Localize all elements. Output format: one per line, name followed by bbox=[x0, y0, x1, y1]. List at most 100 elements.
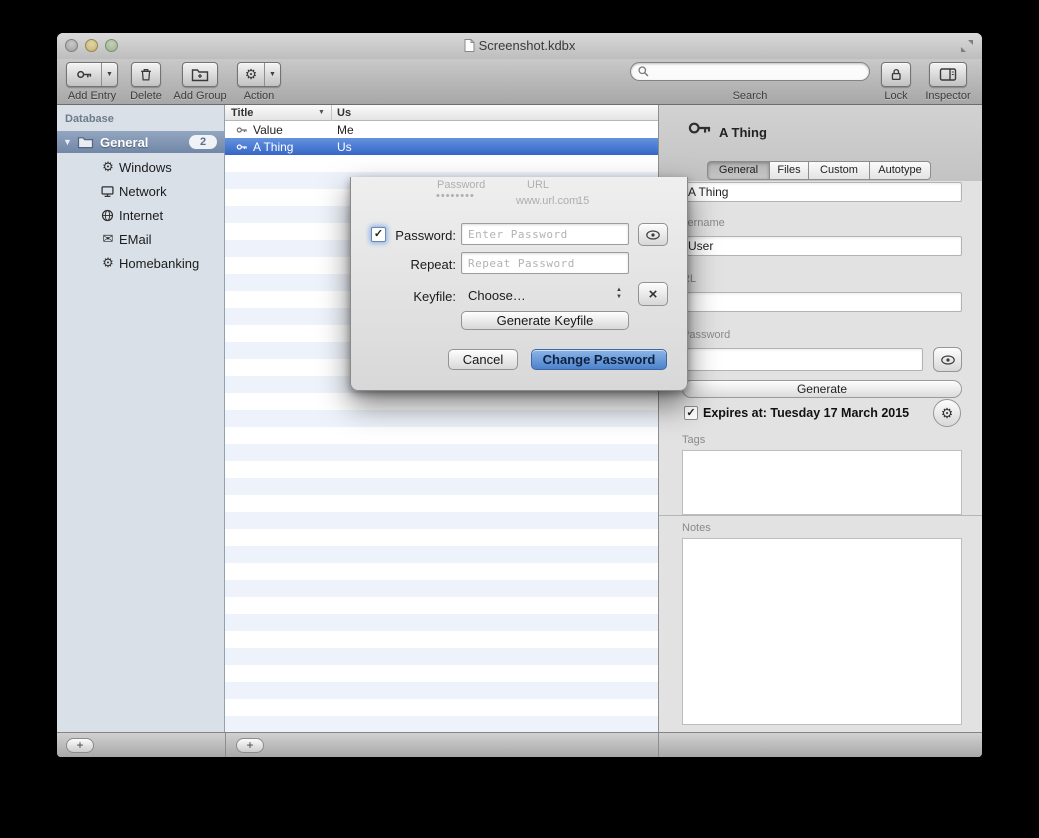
entry-username: Us bbox=[337, 140, 352, 154]
inspector-panel-icon bbox=[939, 67, 957, 82]
titlebar[interactable]: Screenshot.kdbx bbox=[57, 33, 982, 59]
search-label: Search bbox=[715, 90, 785, 102]
tab-custom[interactable]: Custom bbox=[808, 161, 870, 180]
username-label: sername bbox=[682, 217, 725, 229]
change-password-sheet: Password URL •••••••• www.url.com 15 ✓ P… bbox=[350, 177, 688, 391]
sidebar-header: Database bbox=[65, 113, 114, 125]
tab-files[interactable]: Files bbox=[769, 161, 809, 180]
tags-input[interactable] bbox=[682, 450, 962, 515]
lock-button[interactable] bbox=[881, 62, 911, 87]
expires-label: Expires at: Tuesday 17 March 2015 bbox=[703, 406, 909, 420]
table-row-selected[interactable]: A Thing Us bbox=[225, 138, 658, 155]
action-button[interactable]: ⚙ ▼ bbox=[237, 62, 281, 87]
sidebar-item-windows[interactable]: ⚙ Windows bbox=[57, 155, 225, 179]
trash-icon bbox=[138, 66, 154, 83]
notes-input[interactable] bbox=[682, 538, 962, 725]
sheet-repeat-label: Repeat: bbox=[386, 257, 456, 272]
password-field[interactable] bbox=[682, 348, 923, 371]
tags-label: Tags bbox=[682, 434, 705, 446]
inspector-label: Inspector bbox=[913, 90, 982, 102]
chevron-glyph: ▼ bbox=[269, 71, 276, 78]
column-header-title[interactable]: Title bbox=[231, 107, 253, 119]
column-divider[interactable] bbox=[331, 105, 332, 121]
new-password-input[interactable] bbox=[461, 223, 629, 245]
inspector-panel: A Thing General Files Custom Autotype se… bbox=[658, 105, 982, 732]
sort-indicator-icon: ▼ bbox=[318, 109, 325, 116]
add-entry-button[interactable]: ▼ bbox=[66, 62, 118, 87]
content-area: Database ▼ General 2 ⚙ Windows Network I… bbox=[57, 105, 982, 732]
window-title: Screenshot.kdbx bbox=[479, 38, 576, 53]
sidebar-item-email[interactable]: ✉ EMail bbox=[57, 227, 225, 251]
gear-icon: ⚙ bbox=[238, 63, 265, 86]
group-count-badge: 2 bbox=[189, 135, 217, 149]
inspector-entry-title: A Thing bbox=[719, 125, 767, 140]
app-window: Screenshot.kdbx ▼ Add Entry Delete Add G… bbox=[57, 33, 982, 757]
generate-button[interactable]: Generate bbox=[682, 380, 962, 398]
keyfile-popup[interactable]: Choose… bbox=[468, 288, 526, 303]
tab-general[interactable]: General bbox=[707, 161, 770, 180]
add-group-button[interactable] bbox=[182, 62, 218, 87]
key-icon bbox=[236, 141, 248, 153]
eye-icon bbox=[940, 354, 956, 366]
key-icon bbox=[687, 115, 713, 141]
url-field[interactable] bbox=[682, 292, 962, 312]
gear-icon: ⚙ bbox=[100, 255, 116, 271]
check-icon: ✓ bbox=[686, 407, 695, 419]
ghost-entry-url: www.url.com bbox=[516, 195, 578, 207]
cancel-button[interactable]: Cancel bbox=[448, 349, 518, 370]
generate-keyfile-button[interactable]: Generate Keyfile bbox=[461, 311, 629, 330]
change-password-button[interactable]: Change Password bbox=[531, 349, 667, 370]
inspector-button[interactable] bbox=[929, 62, 967, 87]
column-header-username[interactable]: Us bbox=[337, 107, 351, 119]
sidebar-item-homebanking[interactable]: ⚙ Homebanking bbox=[57, 251, 225, 275]
add-entry-plus-button[interactable]: + bbox=[236, 738, 264, 753]
clear-keyfile-button[interactable]: × bbox=[638, 282, 668, 306]
screenshot-root: { "window": { "title": "Screenshot.kdbx"… bbox=[0, 0, 1039, 838]
sheet-keyfile-label: Keyfile: bbox=[386, 289, 456, 304]
show-password-button[interactable] bbox=[933, 347, 962, 372]
arrow-down-glyph: ▼ bbox=[616, 294, 622, 301]
sidebar-item-label: Internet bbox=[119, 208, 163, 223]
chevron-down-icon[interactable]: ▼ bbox=[265, 63, 280, 86]
fullscreen-icon[interactable] bbox=[960, 39, 974, 53]
gear-icon: ⚙ bbox=[100, 159, 116, 175]
username-field[interactable] bbox=[682, 236, 962, 256]
action-label: Action bbox=[224, 90, 294, 102]
document-icon bbox=[464, 39, 475, 52]
set-password-checkbox[interactable]: ✓ bbox=[371, 227, 386, 242]
notes-label: Notes bbox=[682, 522, 711, 534]
ghost-entry-modified: 15 bbox=[577, 195, 589, 207]
reveal-password-button[interactable] bbox=[638, 223, 668, 246]
sidebar-item-network[interactable]: Network bbox=[57, 179, 225, 203]
close-icon: × bbox=[649, 286, 658, 303]
envelope-glyph: ✉ bbox=[103, 231, 114, 246]
chevron-glyph: ▼ bbox=[106, 71, 113, 78]
sidebar-group-general[interactable]: ▼ General 2 bbox=[57, 131, 225, 153]
entry-username: Me bbox=[337, 123, 354, 137]
title-field[interactable] bbox=[682, 182, 962, 202]
expires-settings-button[interactable]: ⚙ bbox=[933, 399, 961, 427]
table-row[interactable]: Value Me bbox=[225, 121, 658, 138]
sidebar-item-label: Network bbox=[119, 184, 167, 199]
sidebar-item-internet[interactable]: Internet bbox=[57, 203, 225, 227]
search-input[interactable] bbox=[654, 64, 863, 80]
expires-checkbox[interactable]: ✓ bbox=[684, 406, 698, 420]
delete-button[interactable] bbox=[131, 62, 161, 87]
repeat-password-input[interactable] bbox=[461, 252, 629, 274]
chevron-down-icon[interactable]: ▼ bbox=[102, 63, 117, 86]
toolbar: ▼ Add Entry Delete Add Group ⚙ ▼ Action … bbox=[57, 59, 982, 105]
popup-stepper-icon[interactable]: ▲ ▼ bbox=[613, 285, 625, 303]
tab-autotype[interactable]: Autotype bbox=[869, 161, 931, 180]
entry-list-header[interactable]: Title ▼ Us bbox=[225, 105, 658, 121]
sidebar-item-label: Windows bbox=[119, 160, 172, 175]
window-title-area: Screenshot.kdbx bbox=[57, 38, 982, 53]
sort-glyph: ▼ bbox=[318, 109, 325, 116]
sidebar: Database ▼ General 2 ⚙ Windows Network I… bbox=[57, 105, 225, 732]
ghost-url-column-header: URL bbox=[527, 179, 549, 191]
sheet-password-label: Password: bbox=[386, 228, 456, 243]
search-field[interactable] bbox=[630, 62, 870, 81]
disclosure-triangle-icon[interactable]: ▼ bbox=[63, 137, 77, 147]
lock-icon bbox=[888, 66, 904, 83]
bottom-bar-divider bbox=[225, 733, 226, 757]
add-group-plus-button[interactable]: + bbox=[66, 738, 94, 753]
